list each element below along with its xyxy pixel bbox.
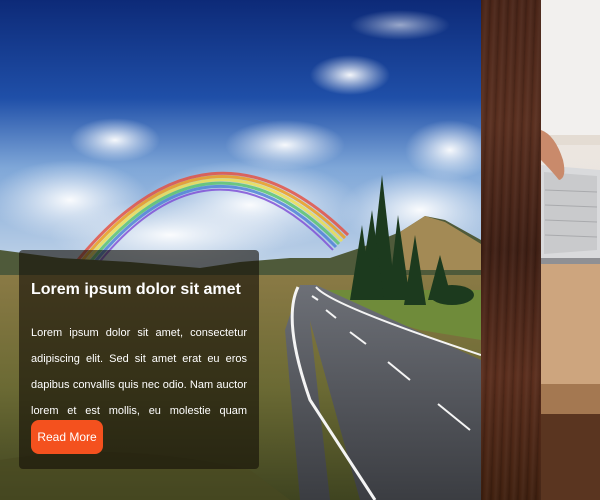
slide-desk-image[interactable] [541,0,600,500]
slide-landscape-image: Lorem ipsum dolor sit amet Lorem ipsum d… [0,0,481,500]
read-more-button[interactable]: Read More [31,420,103,454]
slide-caption: Lorem ipsum dolor sit amet Lorem ipsum d… [19,250,259,469]
slide-wood-image[interactable] [481,0,541,500]
desk-laptop-photo [541,0,600,500]
caption-title: Lorem ipsum dolor sit amet [31,281,241,298]
